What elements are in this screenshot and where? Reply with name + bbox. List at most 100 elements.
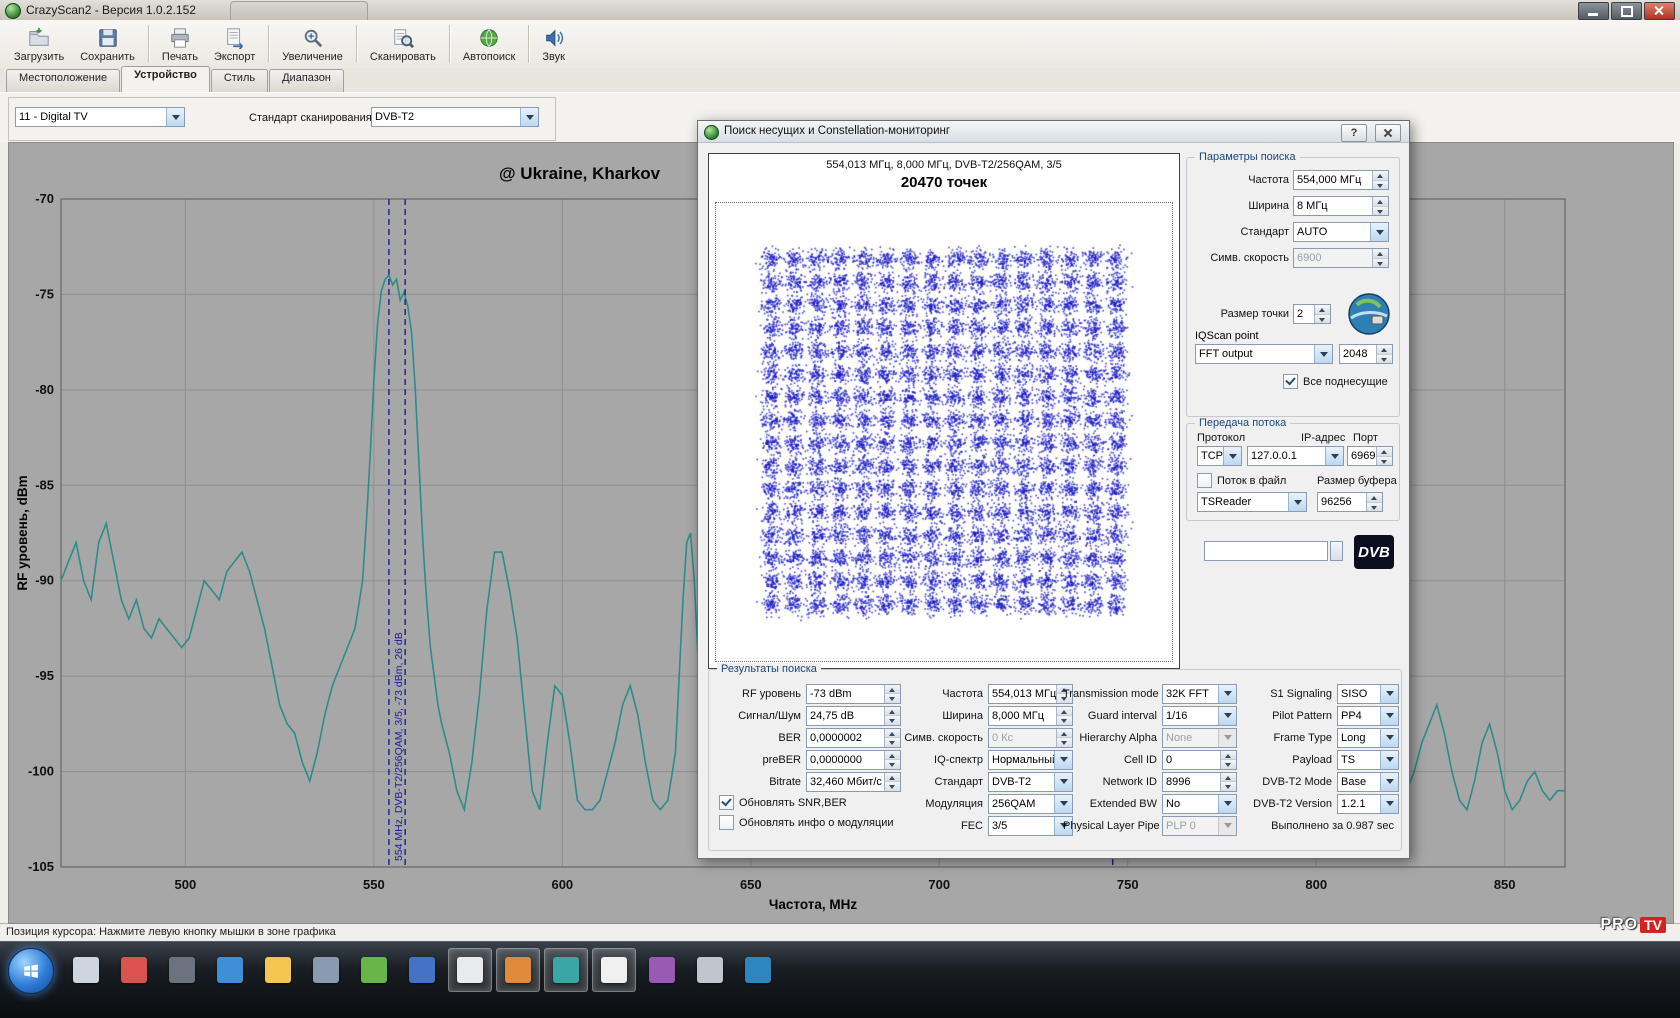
- chevron-down-icon[interactable]: [1223, 447, 1241, 465]
- chevron-down-icon[interactable]: [1380, 751, 1398, 769]
- combo-field[interactable]: 32K FFT: [1162, 684, 1237, 704]
- spinner-arrows-icon[interactable]: [1376, 345, 1392, 363]
- taskbar-button[interactable]: [544, 948, 588, 992]
- taskbar-button[interactable]: [496, 948, 540, 992]
- combo-field[interactable]: Base: [1337, 772, 1399, 792]
- spin-field[interactable]: 8,000 МГц: [988, 706, 1073, 726]
- combo-field[interactable]: DVB-T2: [988, 772, 1073, 792]
- combo-field[interactable]: Нормальный: [988, 750, 1073, 770]
- reader-combo[interactable]: TSReader: [1197, 492, 1307, 512]
- checkbox-icon[interactable]: [719, 795, 734, 810]
- taskbar-button[interactable]: [688, 948, 732, 992]
- dialog-titlebar[interactable]: Поиск несущих и Constellation-мониторинг…: [698, 121, 1409, 143]
- chevron-down-icon[interactable]: [1218, 685, 1236, 703]
- all-subcarriers-checkbox[interactable]: Все поднесущие: [1283, 374, 1399, 389]
- maximize-button[interactable]: [1611, 2, 1642, 20]
- buffer-size-spin[interactable]: 96256: [1317, 492, 1383, 512]
- chevron-down-icon[interactable]: [1314, 345, 1332, 363]
- taskbar-button[interactable]: [304, 948, 348, 992]
- combo-field[interactable]: PP4: [1337, 706, 1399, 726]
- scan-button[interactable]: Сканировать: [362, 20, 444, 68]
- print-button[interactable]: Печать: [154, 20, 206, 68]
- combo-field[interactable]: SISO: [1337, 684, 1399, 704]
- chevron-down-icon[interactable]: [1380, 729, 1398, 747]
- combo-field[interactable]: 1/16: [1162, 706, 1237, 726]
- spinner-arrows-icon[interactable]: [1366, 493, 1382, 511]
- taskbar-button[interactable]: [160, 948, 204, 992]
- tab-style[interactable]: Стиль: [211, 69, 268, 92]
- spin-field[interactable]: -73 dBm: [806, 684, 901, 704]
- window-titlebar[interactable]: CrazyScan2 - Версия 1.0.2.152: [0, 0, 1680, 21]
- device-select[interactable]: 11 - Digital TV: [15, 107, 185, 127]
- combo-field[interactable]: No: [1162, 794, 1237, 814]
- standard-combo[interactable]: AUTO: [1293, 222, 1389, 242]
- width-spin[interactable]: 8 МГц: [1293, 196, 1389, 216]
- taskbar-button[interactable]: [256, 948, 300, 992]
- spin-field[interactable]: 0: [1162, 750, 1237, 770]
- minimize-button[interactable]: [1578, 2, 1609, 20]
- point-size-spin[interactable]: 2: [1293, 304, 1331, 324]
- export-button[interactable]: Экспорт: [206, 20, 263, 68]
- chevron-down-icon[interactable]: [1380, 795, 1398, 813]
- iqscan-mode-combo[interactable]: FFT output: [1195, 344, 1333, 364]
- taskbar-button[interactable]: [400, 948, 444, 992]
- spin-field[interactable]: 24,75 dB: [806, 706, 901, 726]
- taskbar-button[interactable]: [592, 948, 636, 992]
- start-button[interactable]: [8, 948, 54, 994]
- spin-field[interactable]: 554,013 МГц: [988, 684, 1073, 704]
- chevron-down-icon[interactable]: [166, 108, 184, 126]
- tab-location[interactable]: Местоположение: [6, 69, 120, 92]
- iqscan-points-spin[interactable]: 2048: [1339, 344, 1393, 364]
- background-window[interactable]: [230, 1, 368, 20]
- combo-field[interactable]: Long: [1337, 728, 1399, 748]
- zoom-button[interactable]: Увеличение: [274, 20, 351, 68]
- spin-field[interactable]: 0,0000000: [806, 750, 901, 770]
- checkbox-icon[interactable]: [1283, 374, 1298, 389]
- combo-field[interactable]: TS: [1337, 750, 1399, 770]
- dialog-help-button[interactable]: ?: [1341, 124, 1367, 142]
- chevron-down-icon[interactable]: [520, 108, 538, 126]
- browse-button[interactable]: [1330, 541, 1343, 561]
- taskbar-button[interactable]: [112, 948, 156, 992]
- taskbar-button[interactable]: [736, 948, 780, 992]
- spinner-arrows-icon[interactable]: [1314, 305, 1330, 323]
- chevron-down-icon[interactable]: [1325, 447, 1343, 465]
- port-spin[interactable]: 6969: [1347, 446, 1393, 466]
- spin-field[interactable]: 0,0000002: [806, 728, 901, 748]
- chevron-down-icon[interactable]: [1380, 773, 1398, 791]
- spin-field[interactable]: 8996: [1162, 772, 1237, 792]
- scan-standard-select[interactable]: DVB-T2: [371, 107, 539, 127]
- close-button[interactable]: [1644, 2, 1675, 20]
- taskbar-button[interactable]: [352, 948, 396, 992]
- combo-field[interactable]: 1.2.1: [1337, 794, 1399, 814]
- chevron-down-icon[interactable]: [1380, 685, 1398, 703]
- spinner-arrows-icon[interactable]: [1220, 773, 1236, 791]
- spinner-arrows-icon[interactable]: [1372, 171, 1388, 189]
- spinner-arrows-icon[interactable]: [1220, 751, 1236, 769]
- autosearch-button[interactable]: Автопоиск: [455, 20, 524, 68]
- sound-button[interactable]: Звук: [534, 20, 573, 68]
- spinner-arrows-icon[interactable]: [1376, 447, 1392, 465]
- combo-field[interactable]: 3/5: [988, 816, 1073, 836]
- tab-range[interactable]: Диапазон: [269, 69, 344, 92]
- chevron-down-icon[interactable]: [1218, 707, 1236, 725]
- file-path-field[interactable]: [1204, 541, 1328, 561]
- chevron-down-icon[interactable]: [1288, 493, 1306, 511]
- chevron-down-icon[interactable]: [1218, 795, 1236, 813]
- taskbar-button[interactable]: [448, 948, 492, 992]
- taskbar-button[interactable]: [640, 948, 684, 992]
- dialog-close-button[interactable]: [1375, 124, 1401, 142]
- spinner-arrows-icon[interactable]: [1372, 197, 1388, 215]
- protocol-combo[interactable]: TCP: [1197, 446, 1242, 466]
- combo-field[interactable]: 256QAM: [988, 794, 1073, 814]
- stream-to-file-checkbox[interactable]: Поток в файл: [1197, 473, 1286, 488]
- taskbar-button[interactable]: [208, 948, 252, 992]
- frequency-spin[interactable]: 554,000 МГц: [1293, 170, 1389, 190]
- load-button[interactable]: Загрузить: [6, 20, 72, 68]
- chevron-down-icon[interactable]: [1370, 223, 1388, 241]
- spin-field[interactable]: 32,460 Мбит/с: [806, 772, 901, 792]
- checkbox-icon[interactable]: [719, 815, 734, 830]
- save-button[interactable]: Сохранить: [72, 20, 143, 68]
- update-modulation-info-checkbox[interactable]: Обновлять инфо о модуляции: [719, 814, 901, 831]
- chevron-down-icon[interactable]: [1380, 707, 1398, 725]
